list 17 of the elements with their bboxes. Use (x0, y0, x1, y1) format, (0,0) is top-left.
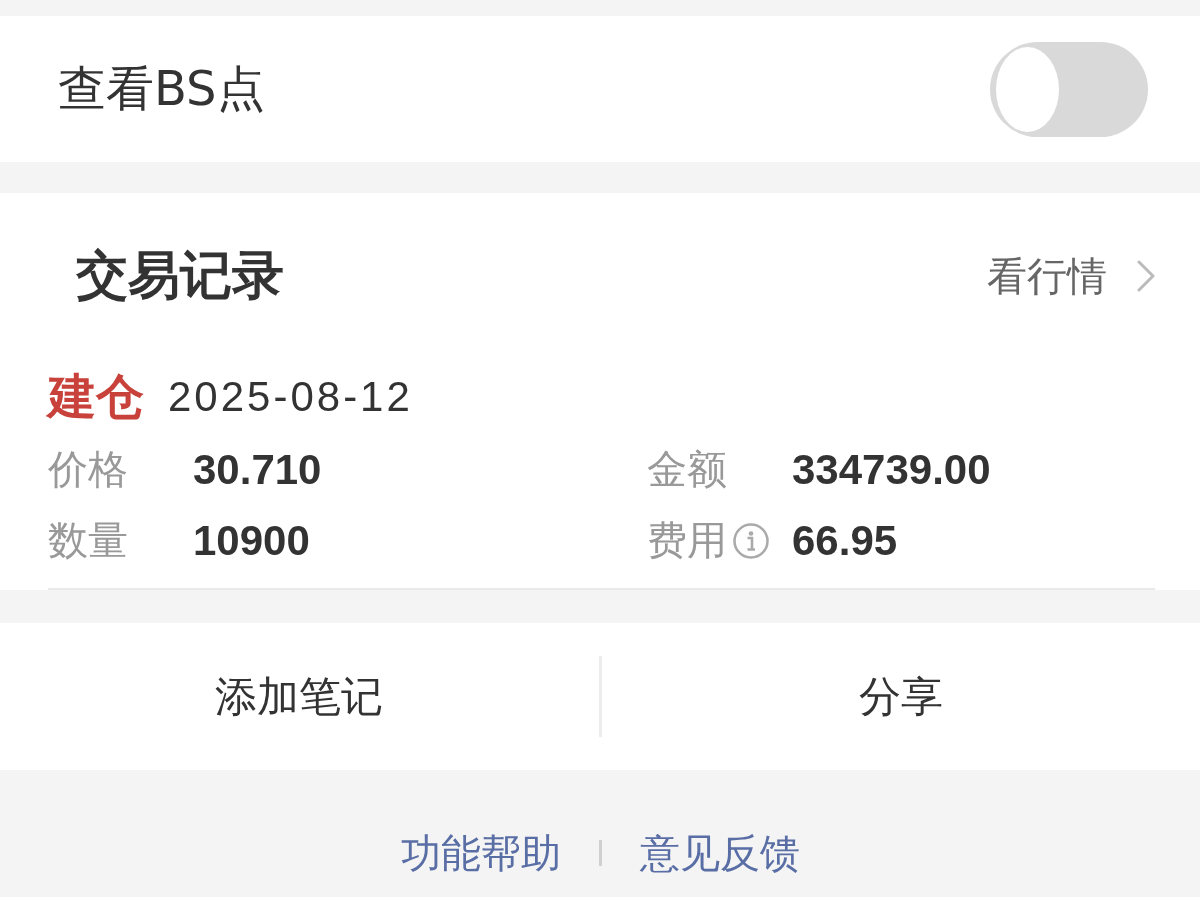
field-label: 价格 (48, 445, 128, 494)
section-title: 交易记录 (76, 244, 284, 307)
field-value: 334739.00 (792, 445, 991, 494)
footer-link[interactable]: 意见反馈 (639, 828, 800, 878)
field-value: 66.95 (792, 516, 898, 565)
market-link[interactable]: 看行情 (987, 248, 1155, 304)
field-value: 10900 (193, 516, 310, 565)
info-icon[interactable] (733, 522, 769, 559)
chevron-right-icon (1137, 260, 1155, 292)
trade-date: 2025-08-12 (168, 372, 413, 421)
field-label: 金额 (647, 445, 727, 494)
footer-link[interactable]: 功能帮助 (400, 828, 561, 878)
trade-type-label: 建仓 (48, 366, 144, 426)
setting-label: 查看BS点 (58, 60, 265, 118)
field-label: 数量 (48, 516, 128, 565)
field-value: 30.710 (193, 445, 322, 494)
field-label: 费用 (647, 516, 727, 565)
